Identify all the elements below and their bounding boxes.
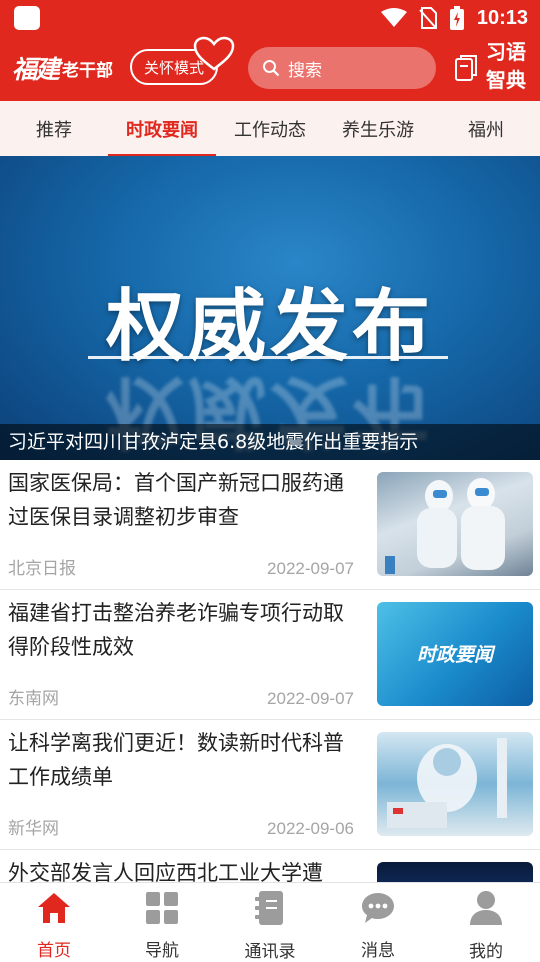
banner-divider xyxy=(88,356,448,359)
thumbnail-caption: 时政要闻 xyxy=(416,644,493,666)
search-placeholder: 搜索 xyxy=(288,60,322,81)
user-icon xyxy=(470,891,502,925)
status-time: 10:13 xyxy=(476,6,528,29)
banner-caption[interactable]: 习近平对四川甘孜泸定县6.8级地震作出重要指示 xyxy=(0,424,540,460)
bottom-navigation: 首页 导航 通讯录 消息 我的 xyxy=(0,882,540,962)
news-title: 让科学离我们更近！数读新时代科普工作成绩单 xyxy=(8,731,344,789)
nav-profile[interactable]: 我的 xyxy=(432,883,540,962)
grid-icon xyxy=(146,891,178,924)
battery-icon xyxy=(449,6,464,30)
news-date: 2022-09-07 xyxy=(267,689,354,708)
tab-fuzhou[interactable]: 福州 xyxy=(432,101,540,156)
status-indicators: 10:13 xyxy=(380,4,528,32)
dict-button[interactable]: 习语智典 xyxy=(452,38,532,98)
medical-workers-image xyxy=(385,478,505,574)
nav-contacts[interactable]: 通讯录 xyxy=(216,883,324,962)
headline-banner[interactable]: 权威发布 权威发布 xyxy=(0,156,540,460)
logo-text: 老干部 xyxy=(62,60,114,81)
notification-icon xyxy=(14,6,40,30)
tab-label: 养生乐游 xyxy=(342,119,414,141)
news-title: 外交部发言人回应西北工业大学遭 xyxy=(8,861,323,882)
tab-wellness-travel[interactable]: 养生乐游 xyxy=(324,101,432,156)
news-source: 北京日报 xyxy=(8,559,76,579)
tab-recommend[interactable]: 推荐 xyxy=(0,101,108,156)
nav-messages[interactable]: 消息 xyxy=(324,883,432,961)
wifi-icon xyxy=(380,8,407,27)
book-icon xyxy=(455,55,477,81)
space-exhibit-image xyxy=(387,738,507,828)
app-logo: 福建 老干部 xyxy=(12,50,120,86)
news-item[interactable]: 让科学离我们更近！数读新时代科普工作成绩单 新华网 2022-09-06 xyxy=(0,720,540,850)
nav-label: 首页 xyxy=(37,941,71,961)
tab-label: 时政要闻 xyxy=(126,119,198,141)
dict-label: 习语智典 xyxy=(486,40,526,92)
news-item[interactable]: 福建省打击整治养老诈骗专项行动取得阶段性成效 东南网 2022-09-07 时政… xyxy=(0,590,540,720)
tab-work-updates[interactable]: 工作动态 xyxy=(216,101,324,156)
news-source: 东南网 xyxy=(8,689,59,709)
news-item[interactable]: 国家医保局：首个国产新冠口服药通过医保目录调整初步审查 北京日报 2022-09… xyxy=(0,460,540,590)
news-thumbnail xyxy=(377,862,533,882)
search-bar[interactable]: 搜索 xyxy=(248,47,436,89)
tab-label: 推荐 xyxy=(36,119,72,141)
app-header: 福建 老干部 关怀模式 搜索 习语智典 xyxy=(0,36,540,101)
contacts-book-icon xyxy=(255,891,283,925)
news-list: 国家医保局：首个国产新冠口服药通过医保目录调整初步审查 北京日报 2022-09… xyxy=(0,460,540,882)
home-icon xyxy=(38,892,70,923)
nav-navigation[interactable]: 导航 xyxy=(108,883,216,961)
banner-title: 权威发布 xyxy=(105,282,434,372)
status-bar: 10:13 xyxy=(0,0,540,36)
news-source: 新华网 xyxy=(8,819,59,839)
nav-label: 导航 xyxy=(145,941,179,961)
news-thumbnail xyxy=(377,472,533,576)
logo-script: 福建 xyxy=(12,55,60,84)
tab-label: 工作动态 xyxy=(234,119,306,141)
news-thumbnail xyxy=(377,732,533,836)
news-title: 福建省打击整治养老诈骗专项行动取得阶段性成效 xyxy=(8,601,344,659)
nav-label: 消息 xyxy=(361,941,395,961)
news-thumbnail: 时政要闻 xyxy=(377,602,533,706)
category-tabs: 推荐 时政要闻 工作动态 养生乐游 福州 xyxy=(0,101,540,156)
nav-label: 通讯录 xyxy=(244,942,296,962)
search-icon xyxy=(263,60,280,77)
news-item[interactable]: 外交部发言人回应西北工业大学遭 xyxy=(0,850,540,882)
news-title: 国家医保局：首个国产新冠口服药通过医保目录调整初步审查 xyxy=(8,471,344,529)
news-date: 2022-09-07 xyxy=(267,559,354,578)
chat-bubble-icon xyxy=(362,892,394,923)
heart-icon xyxy=(193,36,235,71)
no-sim-icon xyxy=(419,7,437,29)
tab-politics-news[interactable]: 时政要闻 xyxy=(108,101,216,156)
news-date: 2022-09-06 xyxy=(267,819,354,838)
nav-label: 我的 xyxy=(469,942,503,962)
nav-home[interactable]: 首页 xyxy=(0,883,108,961)
tab-label: 福州 xyxy=(468,119,504,141)
